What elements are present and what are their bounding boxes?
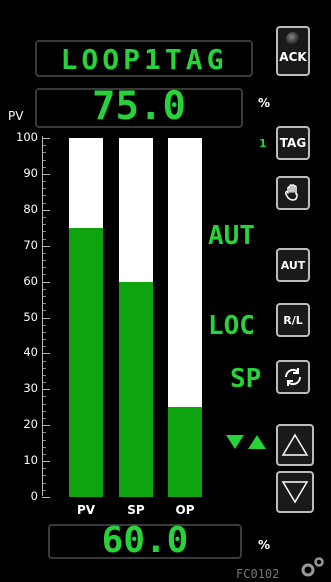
pv-display: 75.0 — [35, 84, 243, 129]
scale-tick-label: 100 — [16, 130, 38, 144]
output-unit: % — [258, 538, 271, 552]
scale-tick-label: 40 — [23, 345, 38, 360]
scale-tick-label: 20 — [23, 417, 38, 432]
scale-tick-label: 0 — [30, 489, 38, 503]
scale-tick-mark — [42, 461, 50, 463]
increase-button[interactable] — [276, 424, 314, 466]
refresh-icon — [284, 368, 302, 386]
triangle-up-icon — [281, 433, 309, 456]
bar-label-pv: PV — [76, 503, 96, 517]
scale-tick-mark — [42, 317, 50, 319]
alarm-lamp-icon — [286, 32, 300, 46]
ack-label: ACK — [279, 50, 307, 64]
scale-tick-label: 90 — [23, 165, 38, 180]
pv-bar — [69, 138, 103, 497]
pv-unit: % — [258, 96, 271, 110]
scale-tick-mark — [42, 281, 50, 283]
scale-tick-label: 30 — [23, 381, 38, 396]
ramp-triangles-icon — [226, 433, 266, 451]
sp-bar-fill — [119, 281, 153, 497]
pv-value: 75.0 — [92, 84, 186, 129]
bar-label-op: OP — [175, 503, 195, 517]
tag-display: LOOP1TAG — [35, 40, 253, 77]
scale-tick-mark — [42, 209, 50, 211]
mode-status: AUT — [208, 221, 255, 251]
hand-icon — [284, 184, 298, 201]
footer-id: FC0102 — [236, 567, 280, 581]
scale-tick-label: 70 — [23, 237, 38, 252]
target-toggle-button[interactable] — [276, 360, 310, 394]
target-status: SP — [230, 364, 262, 394]
tag-label: TAG — [279, 136, 307, 150]
triangle-down-icon — [281, 481, 309, 504]
scale-tick-mark — [42, 497, 50, 498]
op-bar — [168, 138, 202, 497]
scale-tick-mark — [42, 245, 50, 247]
aut-label: AUT — [280, 258, 306, 272]
output-display[interactable]: 60.0 — [48, 520, 242, 561]
loop-tag: LOOP1TAG — [60, 43, 228, 76]
rl-label: R/L — [283, 313, 303, 327]
scale-tick-label: 50 — [23, 309, 38, 324]
scale-tick-mark — [42, 138, 50, 139]
scale-tick-label: 80 — [23, 201, 38, 216]
scale-tick-mark — [42, 353, 50, 355]
scale-tick-mark — [42, 389, 50, 391]
decrease-button[interactable] — [276, 471, 314, 513]
scale-tick-label: 10 — [23, 453, 38, 468]
pv-bar-fill — [69, 227, 103, 497]
ack-button[interactable]: ACK — [276, 26, 310, 76]
scale-tick-mark — [42, 425, 50, 427]
tag-button[interactable]: TAG — [276, 126, 310, 160]
scale-axis — [42, 136, 43, 496]
pv-label: PV — [8, 109, 24, 123]
manual-button[interactable] — [276, 176, 310, 210]
gear-icon[interactable] — [300, 556, 326, 578]
location-status: LOC — [208, 311, 255, 341]
bar-label-sp: SP — [127, 503, 145, 517]
sp-bar — [119, 138, 153, 497]
output-value: 60.0 — [101, 520, 189, 561]
tag-index: 1 — [259, 137, 267, 150]
aut-button[interactable]: AUT — [276, 248, 310, 282]
scale-tick-mark — [42, 173, 50, 175]
op-bar-fill — [168, 407, 202, 497]
scale-tick-label: 60 — [23, 273, 38, 288]
rl-button[interactable]: R/L — [276, 303, 310, 337]
